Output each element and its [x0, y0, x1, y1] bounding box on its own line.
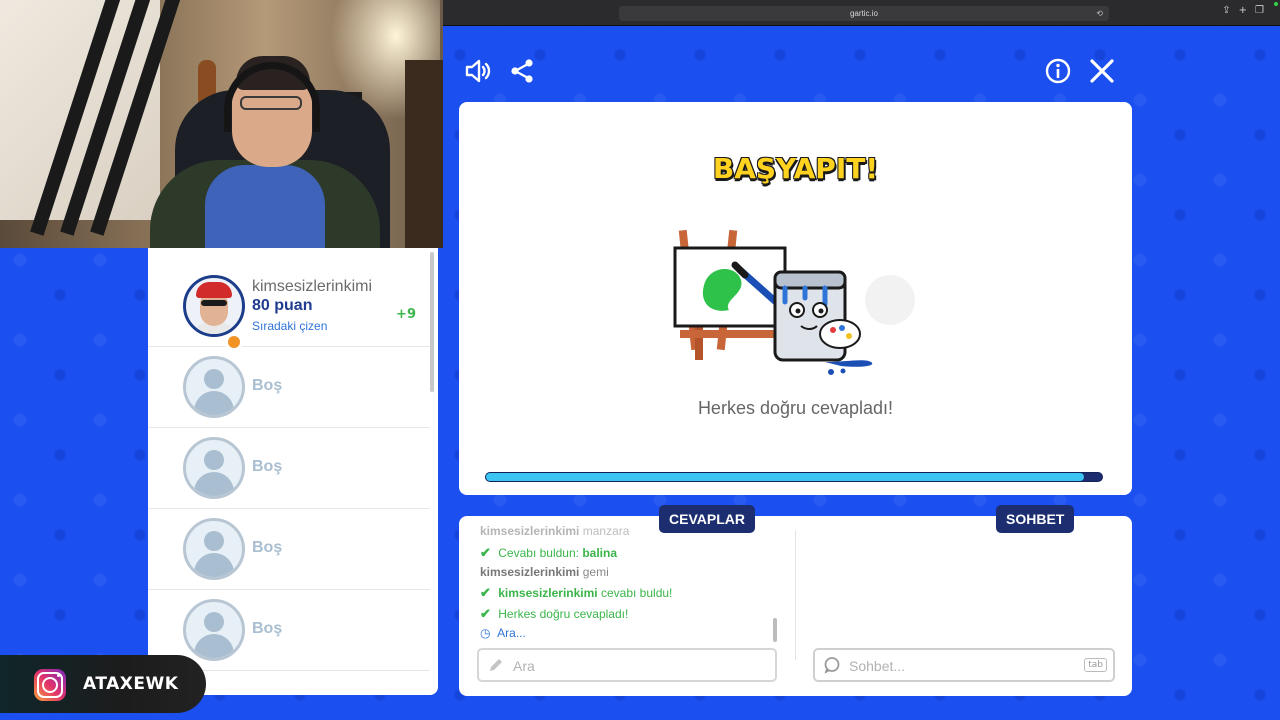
answer-line: ✔ Herkes doğru cevapladı!: [480, 606, 628, 622]
info-icon[interactable]: [1044, 57, 1072, 85]
check-icon: ✔: [480, 585, 491, 600]
empty-avatar-icon: [183, 599, 245, 661]
share-page-icon[interactable]: ⇪: [1222, 5, 1238, 16]
chat-input-placeholder: Sohbet...: [849, 658, 906, 674]
empty-avatar-icon: [183, 437, 245, 499]
answer-text: Herkes doğru cevapladı!: [498, 607, 629, 621]
webcam-wall-art: [0, 0, 184, 236]
result-message: Herkes doğru cevapladı!: [697, 398, 894, 418]
answer-text: Ara...: [497, 626, 526, 640]
webcam-shirt: [205, 165, 325, 248]
answers-scrollbar[interactable]: [773, 618, 777, 642]
share-icon[interactable]: [509, 57, 537, 85]
tab-chat[interactable]: SOHBET: [996, 505, 1075, 533]
webcam-shelf: [405, 60, 443, 248]
empty-slot-label: Boş: [252, 620, 283, 637]
new-tab-icon[interactable]: +: [1239, 5, 1255, 16]
answer-text: Cevabı buldun:: [498, 546, 579, 560]
result-title: BAŞYAPIT!: [712, 152, 879, 185]
player-list[interactable]: kimsesizlerinkimi 80 puan Sıradaki çizen…: [148, 248, 438, 695]
round-result-card: BAŞYAPIT! Herkes doğru cevapladı!: [459, 102, 1132, 495]
pencil-icon: [490, 659, 502, 671]
answer-text: gemi: [582, 565, 609, 579]
panel-divider: [795, 530, 796, 660]
answer-input-placeholder: Ara: [513, 658, 535, 674]
reload-icon[interactable]: ⟲: [1096, 6, 1103, 21]
answer-line: kimsesizlerinkimi gemi: [480, 565, 609, 579]
masterpiece-illustration-icon: [673, 230, 915, 375]
url-text: gartic.io: [849, 9, 878, 18]
answer-line: ✔ kimsesizlerinkimi cevabı buldu!: [480, 585, 672, 601]
clock-icon: ◷: [480, 626, 491, 640]
player-name: kimsesizlerinkimi: [252, 278, 373, 295]
check-icon: ✔: [480, 606, 491, 621]
chat-bubble-icon: [824, 657, 840, 674]
points-gained: +9: [396, 307, 416, 322]
empty-slot-label: Boş: [252, 377, 283, 394]
answer-word: balina: [582, 546, 618, 560]
tab-key-hint: tab: [1084, 658, 1107, 672]
player-list-scrollbar[interactable]: [430, 252, 434, 392]
close-icon[interactable]: [1088, 57, 1116, 85]
answer-input[interactable]: Ara: [477, 648, 777, 682]
empty-slot-label: Boş: [252, 458, 283, 475]
check-icon: ✔: [480, 545, 491, 560]
empty-slot-label: Boş: [252, 539, 283, 556]
answer-line: ◷ Ara...: [480, 626, 526, 640]
answer-line: kimsesizlerinkimi manzara: [480, 524, 629, 538]
answer-user: kimsesizlerinkimi: [498, 586, 598, 600]
instagram-icon: [34, 669, 66, 701]
chat-input[interactable]: Sohbet... tab: [813, 648, 1115, 682]
answer-text: cevabı buldu!: [600, 586, 673, 600]
browser-tools: ⇪+❐: [1222, 5, 1272, 16]
next-drawer-label: Sıradaki çizen: [252, 319, 328, 333]
address-bar[interactable]: gartic.io ⟲: [619, 6, 1109, 21]
browser-toolbar: gartic.io ⟲ ⇪+❐: [443, 0, 1280, 26]
answer-line: ✔ Cevabı buldun: balina: [480, 545, 617, 561]
player-avatar: [183, 275, 245, 337]
player-row-empty: Boş: [148, 347, 430, 428]
round-timer-fill: [486, 473, 1084, 481]
player-row-empty: Boş: [148, 428, 430, 509]
instagram-overlay: ATAXEWK: [0, 655, 206, 713]
answers-feed[interactable]: kimsesizlerinkimi manzara ✔ Cevabı buldu…: [480, 522, 770, 644]
webcam-overlay: [0, 0, 443, 248]
answer-user: kimsesizlerinkimi: [480, 565, 580, 579]
sound-icon[interactable]: [464, 57, 492, 85]
recording-indicator-icon: [1274, 2, 1278, 6]
player-row-empty: Boş: [148, 509, 430, 590]
empty-avatar-icon: [183, 518, 245, 580]
instagram-handle: ATAXEWK: [83, 674, 179, 694]
round-timer-bar: [485, 472, 1103, 482]
answer-user: kimsesizlerinkimi: [480, 524, 580, 538]
player-row-current[interactable]: kimsesizlerinkimi 80 puan Sıradaki çizen…: [148, 266, 430, 351]
tabs-overview-icon[interactable]: ❐: [1255, 5, 1272, 16]
player-points: 80 puan: [252, 297, 313, 314]
empty-avatar-icon: [183, 356, 245, 418]
answer-text: manzara: [582, 524, 630, 538]
webcam-glasses: [240, 96, 302, 110]
